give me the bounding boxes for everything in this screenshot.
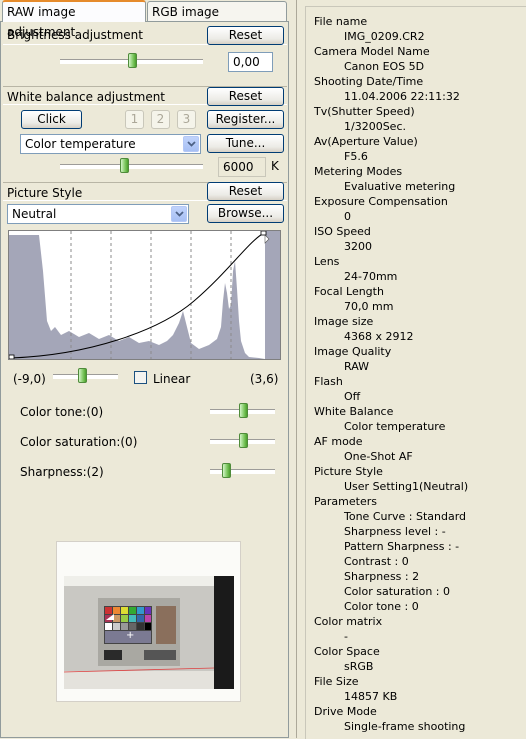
color-temperature-value: 6000 (218, 157, 266, 177)
brightness-slider-thumb[interactable] (127, 53, 137, 68)
info-label: White Balance (314, 405, 394, 418)
tab-raw-adjustment[interactable]: RAW image adjustment (2, 0, 146, 39)
info-label: ISO Speed (314, 225, 371, 238)
info-label: Tv(Shutter Speed) (314, 105, 415, 118)
info-label: Picture Style (314, 465, 383, 478)
browse-button[interactable]: Browse... (207, 204, 284, 223)
info-value: Color temperature (344, 420, 446, 433)
info-label: Drive Mode (314, 705, 377, 718)
linear-label: Linear (153, 372, 191, 386)
register-button[interactable]: Register... (207, 110, 284, 129)
info-value: User Setting1(Neutral) (344, 480, 469, 493)
info-label: Parameters (314, 495, 377, 508)
info-value: 70,0 mm (344, 300, 394, 313)
click-white-balance-button[interactable]: Click (21, 110, 82, 129)
temperature-unit: K (271, 159, 279, 173)
info-value: Off (344, 390, 361, 403)
color-temperature-slider-track[interactable] (60, 164, 203, 169)
info-value: 1/3200Sec. (344, 120, 406, 133)
linear-checkbox[interactable] (134, 371, 147, 384)
info-label: Camera Model Name (314, 45, 430, 58)
adjustment-panel: RAW image adjustment RGB image adjustmen… (0, 0, 290, 738)
info-value: Single-frame shooting (344, 720, 466, 733)
curve-slider-thumb[interactable] (78, 368, 88, 383)
shooting-info-panel: File name IMG_0209.CR2 Camera Model Name Ca… (296, 0, 526, 739)
histogram-graph (8, 230, 280, 360)
info-parameter: Pattern Sharpness : - (344, 540, 460, 553)
info-parameter: Sharpness level : - (344, 525, 446, 538)
color-temperature-slider-thumb[interactable] (120, 158, 130, 173)
white-balance-title: White balance adjustment (7, 90, 166, 104)
info-value: F5.6 (344, 150, 368, 163)
image-preview-frame[interactable]: + (56, 541, 241, 702)
info-parameter: Contrast : 0 (344, 555, 409, 568)
info-value: 0 (344, 210, 351, 223)
info-value: One-Shot AF (344, 450, 413, 463)
tab-rgb-adjustment[interactable]: RGB image adjustment (147, 1, 287, 39)
info-label: Image Quality (314, 345, 392, 358)
info-value: 14857 KB (344, 690, 398, 703)
image-thumbnail: + (64, 576, 234, 689)
info-label: File Size (314, 675, 359, 688)
sharpness-label: Sharpness:(2) (20, 465, 104, 479)
white-balance-mode-select[interactable]: Color temperature (20, 134, 201, 154)
color-tone-label: Color tone:(0) (20, 405, 104, 419)
wb-preset-2-button[interactable]: 2 (151, 110, 170, 129)
sharpness-slider-thumb[interactable] (222, 463, 232, 478)
chevron-down-icon[interactable] (171, 206, 187, 222)
shooting-info-list[interactable]: File name IMG_0209.CR2 Camera Model Name Ca… (305, 6, 526, 739)
info-value: Evaluative metering (344, 180, 456, 193)
info-value: 3200 (344, 240, 372, 253)
brightness-value-field[interactable]: 0,00 (228, 52, 273, 72)
info-label: Lens (314, 255, 340, 268)
color-saturation-label: Color saturation:(0) (20, 435, 138, 449)
sharpness-slider-track[interactable] (210, 469, 275, 474)
info-label: Color Space (314, 645, 380, 658)
white-balance-reset-button[interactable]: Reset (207, 87, 284, 106)
wb-preset-1-button[interactable]: 1 (125, 110, 144, 129)
info-label: Image size (314, 315, 374, 328)
picture-style-value: Neutral (12, 207, 57, 221)
info-parameter: Sharpness : 2 (344, 570, 420, 583)
info-value: sRGB (344, 660, 374, 673)
info-label: Focal Length (314, 285, 384, 298)
info-label: Exposure Compensation (314, 195, 448, 208)
picture-style-reset-button[interactable]: Reset (207, 182, 284, 201)
tone-curve-histogram[interactable] (8, 230, 281, 360)
chevron-down-icon[interactable] (183, 136, 199, 152)
info-parameter: Color saturation : 0 (344, 585, 451, 598)
info-label: Flash (314, 375, 343, 388)
info-value: Canon EOS 5D (344, 60, 425, 73)
info-label: Color matrix (314, 615, 383, 628)
color-saturation-slider-thumb[interactable] (238, 433, 248, 448)
info-value: IMG_0209.CR2 (344, 30, 425, 43)
info-value: 4368 x 2912 (344, 330, 414, 343)
info-label: File name (314, 15, 368, 28)
tune-button[interactable]: Tune... (207, 134, 284, 153)
info-label: AF mode (314, 435, 363, 448)
info-value: RAW (344, 360, 369, 373)
wb-preset-3-button[interactable]: 3 (177, 110, 196, 129)
picture-style-select[interactable]: Neutral (7, 204, 189, 224)
curve-range-max: (3,6) (250, 372, 279, 386)
info-label: Av(Aperture Value) (314, 135, 418, 148)
curve-range-min: (-9,0) (13, 372, 46, 386)
histogram-area (9, 235, 265, 359)
info-value: 11.04.2006 22:11:32 (344, 90, 460, 103)
info-label: Shooting Date/Time (314, 75, 424, 88)
picture-style-title: Picture Style (7, 186, 83, 200)
info-parameter: Tone Curve : Standard (344, 510, 467, 523)
brightness-reset-button[interactable]: Reset (207, 26, 284, 45)
info-value: 24-70mm (344, 270, 398, 283)
color-tone-slider-thumb[interactable] (238, 403, 248, 418)
white-balance-mode-value: Color temperature (25, 137, 136, 151)
info-value: - (344, 630, 348, 643)
info-parameter: Color tone : 0 (344, 600, 419, 613)
svg-text:+: + (126, 630, 134, 641)
info-label: Metering Modes (314, 165, 403, 178)
